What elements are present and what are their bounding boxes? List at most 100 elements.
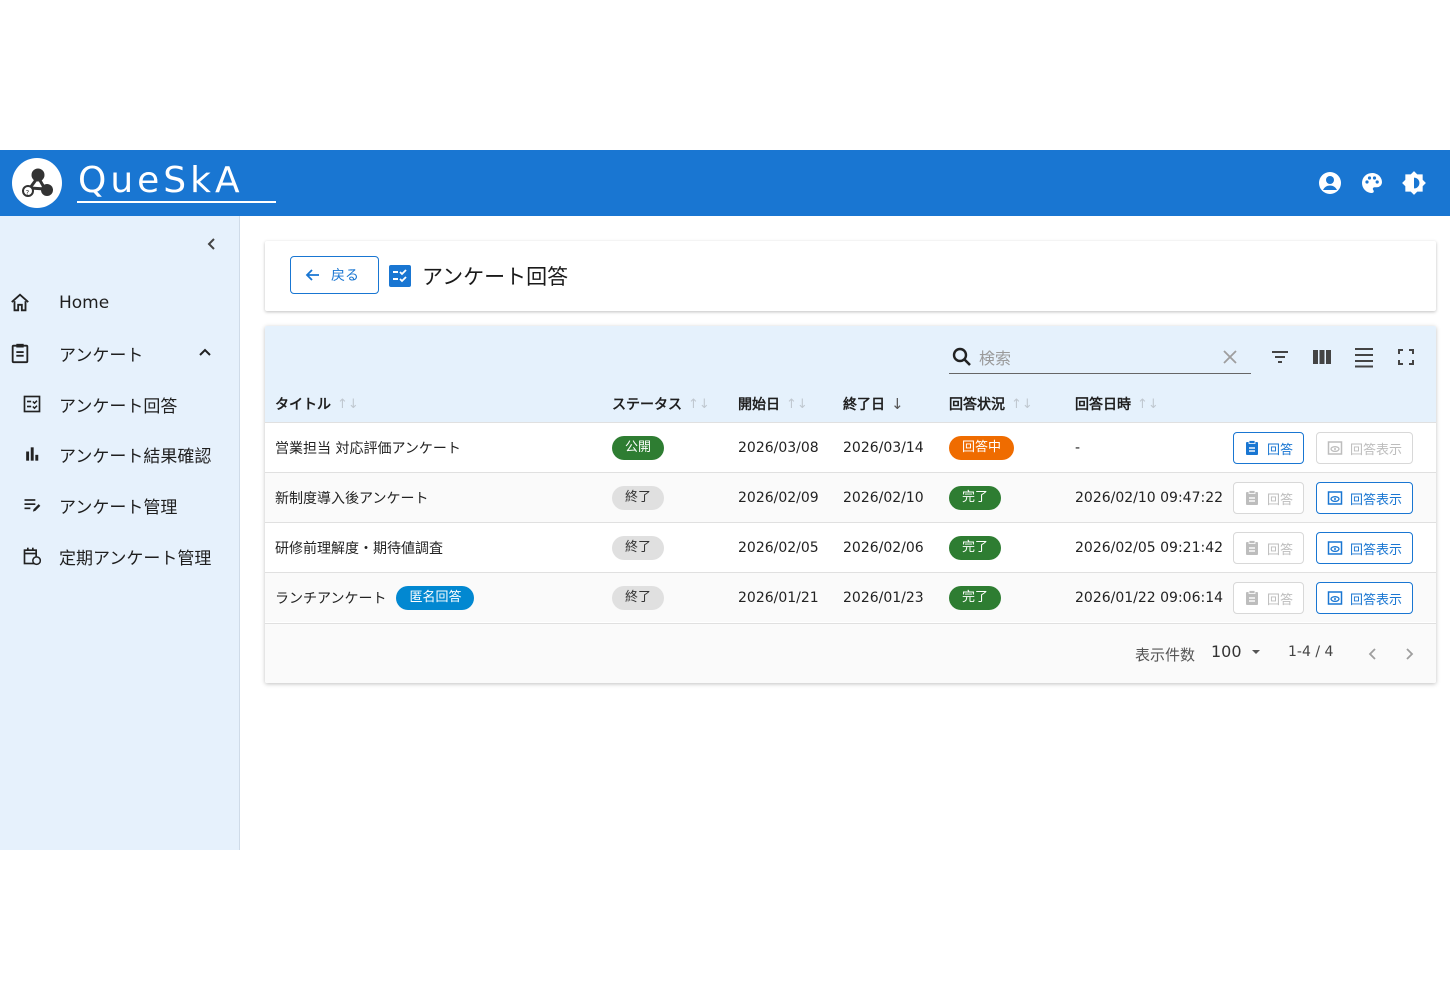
cell-end-date: 2026/02/06	[843, 540, 924, 556]
search-icon	[951, 346, 973, 372]
sort-icon: ↑↓	[1011, 396, 1033, 412]
answer-button[interactable]: 回答	[1233, 482, 1305, 514]
table-pagination: 表示件数 100 1-4 / 4	[265, 623, 1436, 683]
page-title: アンケート回答	[422, 265, 569, 289]
sidebar-item-label: アンケート管理	[59, 497, 178, 518]
clipboard-icon	[1246, 490, 1258, 505]
sidebar-item-label: アンケート	[59, 345, 144, 366]
sidebar-item-periodic-survey[interactable]: 定期アンケート管理	[0, 534, 240, 578]
column-header-status[interactable]: ステータス ↑↓	[612, 394, 710, 414]
checklist-icon	[20, 392, 44, 416]
dropdown-arrow-icon	[1251, 649, 1260, 654]
search-input[interactable]	[979, 346, 1209, 370]
palette-icon[interactable]	[1358, 169, 1386, 197]
back-button-label: 戻る	[331, 268, 359, 284]
view-answer-button[interactable]: 回答表示	[1316, 432, 1414, 464]
sidebar-item-survey-group[interactable]: アンケート	[0, 331, 240, 375]
brightness-icon[interactable]	[1400, 169, 1428, 197]
sidebar: Home アンケート アンケート回答 アンケート結果確認 アンケート管理 定期ア…	[0, 216, 240, 850]
cell-answered-at: 2026/01/22 09:06:14	[1075, 590, 1224, 606]
view-answer-button[interactable]: 回答表示	[1316, 582, 1414, 614]
column-header-answer-status[interactable]: 回答状況 ↑↓	[949, 394, 1033, 414]
sidebar-item-survey-results[interactable]: アンケート結果確認	[0, 432, 240, 476]
answer-status-chip: 完了	[949, 486, 1002, 510]
app-header: ? QueSkA	[0, 150, 1450, 216]
column-header-start-date[interactable]: 開始日 ↑↓	[738, 394, 808, 414]
status-chip: 終了	[612, 486, 665, 510]
sidebar-item-survey-manage[interactable]: アンケート管理	[0, 483, 240, 527]
chevron-left-icon	[1368, 648, 1376, 660]
app-window: ? QueSkA Home アンケート アンケート回答 アンケート結果確認 アン…	[0, 150, 1450, 850]
logo-text: QueSkA	[78, 160, 244, 201]
logo-icon[interactable]: ?	[12, 158, 62, 208]
answer-status-chip: 完了	[949, 586, 1002, 610]
clipboard-icon	[1246, 440, 1258, 455]
arrow-left-icon	[305, 269, 319, 281]
status-chip: 公開	[612, 436, 665, 460]
table-row: 新制度導入後アンケート 終了 2026/02/09 2026/02/10 完了 …	[265, 472, 1436, 522]
search-box	[949, 342, 1251, 374]
svg-text:?: ?	[26, 189, 30, 197]
sort-icon: ↑↓	[1137, 396, 1159, 412]
sidebar-item-survey-answer[interactable]: アンケート回答	[0, 382, 240, 426]
view-answer-button[interactable]: 回答表示	[1316, 532, 1414, 564]
edit-list-icon	[20, 493, 44, 517]
sidebar-item-label: アンケート回答	[59, 396, 178, 417]
density-icon[interactable]	[1351, 344, 1377, 370]
sidebar-item-label: Home	[59, 293, 110, 313]
cell-answered-at: 2026/02/10 09:47:22	[1075, 490, 1224, 506]
home-icon	[8, 291, 32, 315]
table-row: 営業担当 対応評価アンケート 公開 2026/03/08 2026/03/14 …	[265, 422, 1436, 472]
table-toolbar-and-header: タイトル↑↓ ステータス↑↓ 開始日↑↓ 終了日↓ 回答状況↑↓ 回答日時↑↓	[265, 326, 1436, 422]
cell-start-date: 2026/01/21	[738, 590, 819, 606]
sort-icon: ↑↓	[337, 396, 359, 412]
cell-answered-at: 2026/02/05 09:21:42	[1075, 540, 1224, 556]
view-answer-button[interactable]: 回答表示	[1316, 482, 1414, 514]
cell-end-date: 2026/01/23	[843, 590, 924, 606]
next-page-button[interactable]	[1395, 640, 1423, 668]
preview-icon	[1327, 591, 1343, 605]
logo-underline	[77, 201, 276, 203]
column-header-answered-at[interactable]: 回答日時 ↑↓	[1075, 394, 1159, 414]
chevron-right-icon	[1406, 648, 1414, 660]
cell-start-date: 2026/03/08	[738, 440, 819, 456]
filter-icon[interactable]	[1267, 344, 1293, 370]
chevron-up-icon	[197, 345, 213, 365]
page-header-card: 戻る アンケート回答	[265, 241, 1436, 311]
answer-button[interactable]: 回答	[1233, 432, 1305, 464]
table-row: ランチアンケート 匿名回答 終了 2026/01/21 2026/01/23 完…	[265, 572, 1436, 622]
answer-button[interactable]: 回答	[1233, 582, 1305, 614]
page-info: 1-4 / 4	[1288, 644, 1334, 660]
sidebar-item-label: アンケート結果確認	[59, 446, 212, 467]
preview-icon	[1327, 541, 1343, 555]
anonymous-badge: 匿名回答	[396, 586, 475, 610]
columns-icon[interactable]	[1309, 344, 1335, 370]
fullscreen-icon[interactable]	[1393, 344, 1419, 370]
survey-table: タイトル↑↓ ステータス↑↓ 開始日↑↓ 終了日↓ 回答状況↑↓ 回答日時↑↓ …	[265, 326, 1436, 683]
bar-chart-icon	[20, 442, 44, 466]
previous-page-button[interactable]	[1359, 640, 1387, 668]
sidebar-item-home[interactable]: Home	[0, 281, 240, 325]
column-header-title[interactable]: タイトル ↑↓	[275, 394, 359, 414]
table-row: 研修前理解度・期待値調査 終了 2026/02/05 2026/02/06 完了…	[265, 522, 1436, 572]
clipboard-icon	[1246, 540, 1258, 555]
answer-button[interactable]: 回答	[1233, 532, 1305, 564]
cell-title: 営業担当 対応評価アンケート	[275, 441, 461, 457]
column-header-end-date[interactable]: 終了日 ↓	[843, 394, 904, 414]
cell-end-date: 2026/02/10	[843, 490, 924, 506]
sort-icon: ↑↓	[688, 396, 710, 412]
preview-icon	[1327, 441, 1343, 455]
rows-per-page-select[interactable]: 100	[1211, 642, 1262, 661]
back-button[interactable]: 戻る	[290, 256, 379, 294]
account-icon[interactable]	[1316, 169, 1344, 197]
clear-search-icon[interactable]	[1221, 348, 1239, 370]
collapse-sidebar-button[interactable]	[200, 232, 224, 256]
preview-icon	[1327, 491, 1343, 505]
sort-desc-icon: ↓	[891, 395, 904, 413]
cell-title: 研修前理解度・期待値調査	[275, 541, 443, 557]
cell-title: 新制度導入後アンケート	[275, 491, 429, 507]
cell-start-date: 2026/02/05	[738, 540, 819, 556]
cell-title: ランチアンケート 匿名回答	[275, 573, 475, 623]
rows-per-page-label: 表示件数	[1135, 646, 1196, 664]
answer-status-chip: 回答中	[949, 436, 1015, 460]
